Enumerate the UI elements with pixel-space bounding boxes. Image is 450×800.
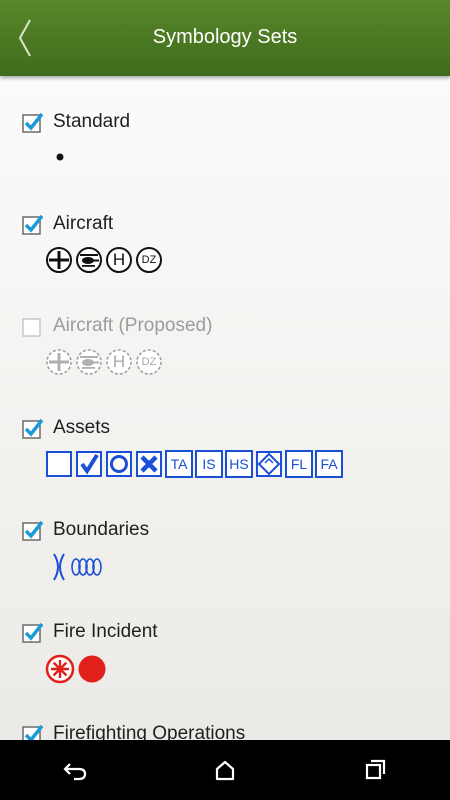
set-assets: Assets TA IS HS FL FA (0, 414, 450, 514)
checkbox-checked[interactable] (22, 418, 44, 439)
checkbox-checked[interactable] (22, 214, 44, 235)
fire-dot-icon (78, 655, 106, 683)
dz-label: DZ (141, 254, 157, 266)
x-square-icon (136, 451, 162, 477)
set-standard: Standard (0, 108, 450, 208)
dz-icon: DZ (135, 348, 163, 376)
recents-icon (365, 759, 386, 780)
symbol-preview: TA IS HS FL FA (45, 450, 345, 478)
checkbox-unchecked-disabled (22, 316, 42, 337)
fixed-wing-icon (46, 247, 72, 273)
boundary-line-icon (53, 553, 65, 581)
set-label: Aircraft (53, 213, 114, 234)
set-aircraft: Aircraft H DZ (0, 210, 450, 310)
home-icon (215, 760, 235, 781)
helicopter-icon (76, 247, 102, 273)
helicopter-icon (76, 349, 102, 375)
set-boundaries-row[interactable]: Boundaries (22, 516, 149, 544)
set-label: Assets (53, 417, 111, 438)
helipad-h-icon: H (105, 246, 133, 274)
back-icon (63, 763, 87, 781)
helipad-label: H (112, 352, 126, 371)
fa-badge: FA (315, 450, 343, 478)
set-label: Standard (53, 111, 131, 132)
check-square-icon (76, 451, 102, 477)
fire-origin-icon (45, 654, 75, 684)
fl-badge: FL (285, 450, 313, 478)
symbol-preview (45, 654, 109, 684)
set-label: Firefighting Operations (53, 723, 246, 740)
symbol-preview: H DZ (45, 246, 165, 274)
checkbox-checked[interactable] (22, 520, 44, 541)
diamond-square-icon (256, 451, 282, 477)
page-title: Symbology Sets (152, 26, 298, 48)
checkbox-checked[interactable] (22, 724, 44, 740)
symbol-preview (45, 144, 75, 170)
set-assets-row[interactable]: Assets (22, 414, 110, 442)
nav-home-button[interactable] (195, 750, 255, 790)
symbol-preview (50, 552, 106, 582)
symbology-list[interactable]: Standard Aircraft H DZ Aircraft (Propose… (0, 76, 450, 740)
set-aircraft-proposed-row: Aircraft (Proposed) (22, 312, 212, 340)
ta-badge: TA (165, 450, 193, 478)
set-label: Boundaries (53, 519, 150, 540)
symbol-preview: H DZ (45, 348, 165, 376)
empty-square-icon (46, 451, 72, 477)
checkbox-checked[interactable] (22, 622, 44, 643)
set-label: Fire Incident (53, 621, 158, 642)
helipad-h-icon: H (105, 348, 133, 376)
fixed-wing-icon (46, 349, 72, 375)
circle-square-icon (106, 451, 132, 477)
checkbox-checked[interactable] (22, 112, 44, 133)
is-badge: IS (195, 450, 223, 478)
set-aircraft-row[interactable]: Aircraft (22, 210, 113, 238)
hs-badge: HS (225, 450, 253, 478)
coil-icon (71, 558, 102, 576)
set-boundaries: Boundaries (0, 516, 450, 616)
set-aircraft-proposed: Aircraft (Proposed) H DZ (0, 312, 450, 412)
nav-recents-button[interactable] (345, 750, 405, 790)
set-fire-incident: Fire Incident (0, 618, 450, 718)
set-standard-row[interactable]: Standard (22, 108, 130, 136)
dz-icon: DZ (135, 246, 163, 274)
dot-icon (56, 153, 64, 161)
set-fire-incident-row[interactable]: Fire Incident (22, 618, 158, 646)
dz-label: DZ (141, 356, 157, 368)
set-firefighting-operations: Firefighting Operations (0, 720, 450, 740)
set-label: Aircraft (Proposed) (53, 315, 213, 336)
system-nav-bar (0, 740, 450, 800)
nav-back-button[interactable] (45, 750, 105, 790)
set-firefighting-operations-row[interactable]: Firefighting Operations (22, 720, 245, 740)
app-bar: Symbology Sets (0, 0, 450, 76)
helipad-label: H (112, 250, 126, 269)
